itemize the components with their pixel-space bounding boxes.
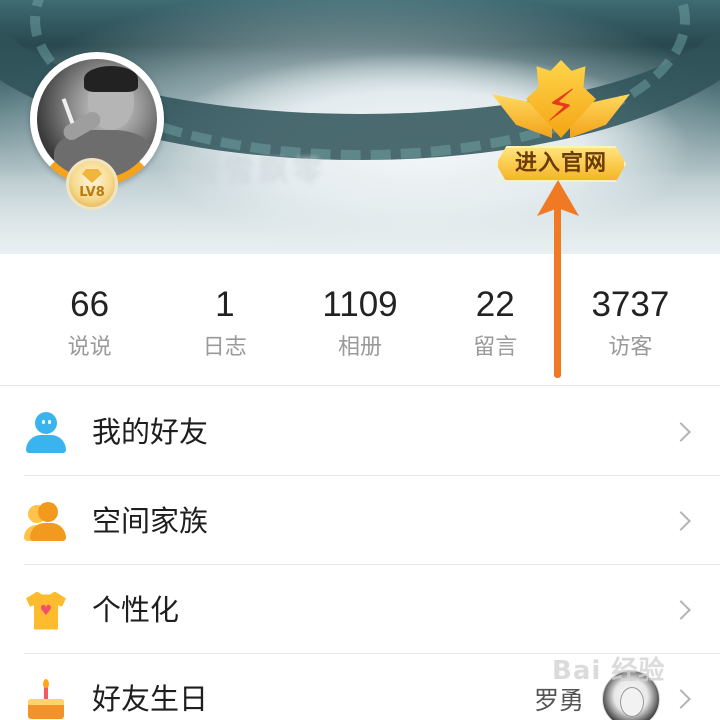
stat-value: 22 xyxy=(475,285,515,324)
chevron-right-icon xyxy=(671,599,691,620)
diamond-icon xyxy=(82,169,102,183)
chevron-right-icon xyxy=(671,688,691,709)
stat-label: 留言 xyxy=(473,335,518,360)
shirt-icon: ♥ xyxy=(24,588,68,632)
stat-visitors[interactable]: 3737 访客 xyxy=(563,254,698,385)
menu-item-label: 好友生日 xyxy=(92,681,209,716)
family-icon xyxy=(24,499,68,543)
official-site-badge[interactable]: ⚡ 进入官网 xyxy=(492,60,630,186)
menu-item-friends[interactable]: 我的好友 xyxy=(0,387,720,476)
official-site-button[interactable]: 进入官网 xyxy=(496,146,626,182)
chevron-right-icon xyxy=(671,421,691,442)
watermark: Bai 经验 xyxy=(552,656,666,686)
stat-label: 说说 xyxy=(67,335,112,360)
stat-blog[interactable]: 1 日志 xyxy=(157,254,292,385)
annotation-arrow-shaft xyxy=(554,206,561,378)
menu-item-personalize[interactable]: ♥ 个性化 xyxy=(0,565,720,654)
level-badge-text: LV8 xyxy=(79,185,105,200)
menu-item-label: 空间家族 xyxy=(92,503,209,538)
menu-item-family[interactable]: 空间家族 xyxy=(0,476,720,565)
profile-banner[interactable]: 看雪飘零 LV8 ⚡ 进入官网 xyxy=(0,0,720,254)
stat-label: 相册 xyxy=(338,335,383,360)
stat-albums[interactable]: 1109 相册 xyxy=(292,254,427,385)
stat-messages[interactable]: 22 留言 xyxy=(428,254,563,385)
stat-value: 1109 xyxy=(322,285,398,324)
stat-value: 1 xyxy=(215,285,235,324)
friend-icon xyxy=(24,410,68,454)
stat-label: 访客 xyxy=(608,335,653,360)
stat-value: 66 xyxy=(70,285,110,324)
stat-posts[interactable]: 66 说说 xyxy=(22,254,157,385)
profile-nickname: 看雪飘零 xyxy=(190,154,326,189)
stat-value: 3737 xyxy=(591,285,670,324)
cake-icon xyxy=(24,677,68,720)
chevron-right-icon xyxy=(671,510,691,531)
lightning-bolt-icon: ⚡ xyxy=(545,81,577,132)
menu-item-label: 个性化 xyxy=(92,592,180,627)
level-badge[interactable]: LV8 xyxy=(66,158,118,210)
stats-row: 66 说说 1 日志 1109 相册 22 留言 3737 访客 xyxy=(0,254,720,386)
stat-label: 日志 xyxy=(202,335,247,360)
menu-item-label: 我的好友 xyxy=(92,414,209,449)
